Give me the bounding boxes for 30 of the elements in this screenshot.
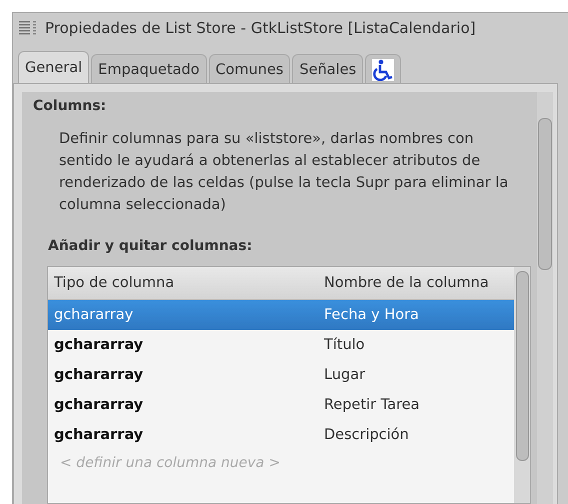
table-cell-text: gchararray	[53, 396, 144, 415]
section-subtitle: Añadir y quitar columnas:	[48, 238, 254, 254]
section-title: Columns:	[33, 98, 108, 114]
list-row[interactable]: gchararray Título	[48, 330, 514, 360]
list-row[interactable]: gchararray Fecha y Hora	[48, 300, 514, 330]
tab[interactable]	[365, 54, 402, 83]
tab[interactable]: General	[18, 51, 90, 83]
scrollbar-thumb[interactable]	[538, 118, 552, 270]
accessibility-icon	[372, 58, 394, 80]
list-row[interactable]: gchararray Lugar	[48, 360, 514, 390]
tab[interactable]: Empaquetado	[91, 54, 206, 83]
grip-icon	[19, 21, 37, 35]
list-row[interactable]: gchararray Descripción	[48, 420, 514, 450]
list-row[interactable]: gchararray Repetir Tarea	[48, 390, 514, 420]
column-header[interactable]: Nombre de la columna	[318, 275, 514, 291]
table-cell-text: gchararray	[53, 366, 144, 385]
table-cell-text: gchararray	[53, 336, 144, 355]
table-cell-text: Título	[323, 336, 366, 355]
column-header[interactable]: Tipo de columna	[48, 275, 318, 291]
table-cell-text: gchararray	[53, 306, 134, 325]
table-cell-text: Lugar	[323, 366, 366, 385]
scrollbar-thumb[interactable]	[516, 271, 528, 461]
description-text: Definir columnas para su «liststore», darlas nombres con sentido le ayudará a obtenerlas al establecer atributos de renderizado de las celdas (pulse la tecla Supr para eliminar la columna seleccionada)	[59, 130, 510, 215]
table-cell-text: Fecha y Hora	[323, 306, 420, 325]
table-cell-text: gchararray	[53, 426, 144, 445]
tab[interactable]: Señales	[292, 54, 364, 83]
window-title: Propiedades de List Store - GtkListStore [ListaCalendario]	[45, 19, 476, 37]
table-cell-text: Descripción	[323, 426, 410, 445]
tab[interactable]: Comunes	[208, 54, 290, 83]
table-cell-text: Repetir Tarea	[323, 396, 421, 415]
